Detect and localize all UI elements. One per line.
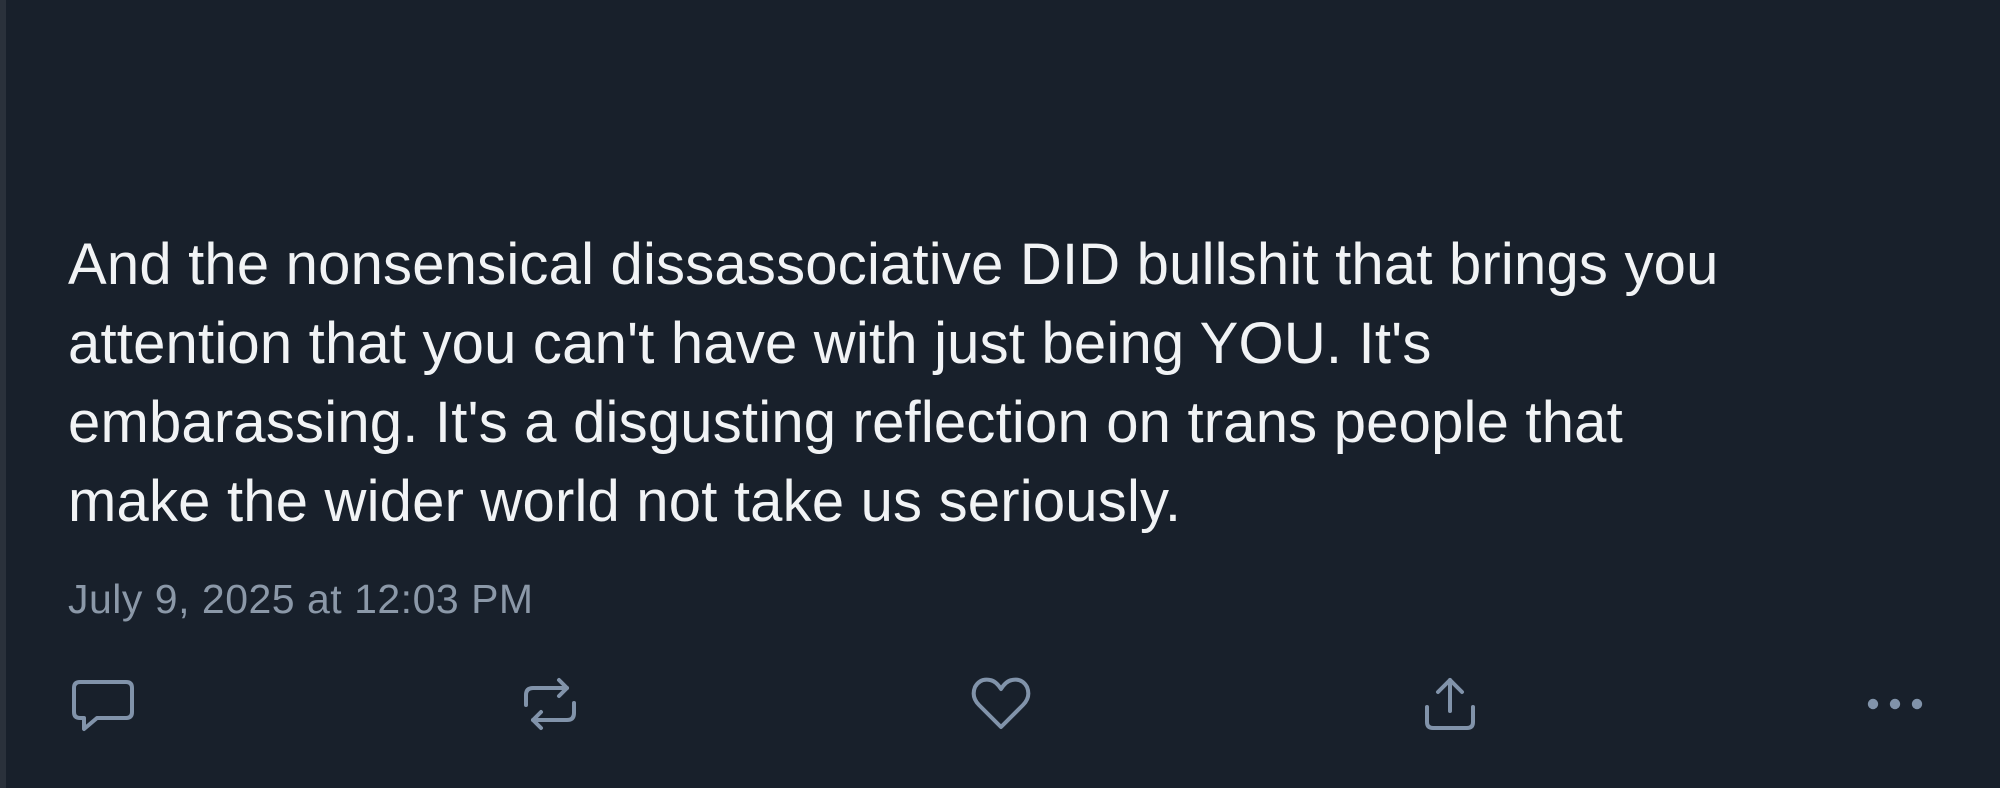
repost-button[interactable] <box>514 672 586 736</box>
post-text: And the nonsensical dissassociative DID … <box>68 232 1719 534</box>
reply-button[interactable] <box>67 672 139 736</box>
heart-icon <box>971 677 1031 729</box>
post-card: And the nonsensical dissassociative DID … <box>0 0 2000 788</box>
more-dots-icon <box>1867 698 1923 710</box>
more-options-button[interactable] <box>1859 672 1931 736</box>
speech-bubble-icon <box>72 680 134 731</box>
repost-arrows-icon <box>524 678 576 730</box>
share-button[interactable] <box>1414 672 1486 736</box>
like-button[interactable] <box>965 672 1037 736</box>
share-upload-icon <box>1425 678 1475 730</box>
post-timestamp: July 9, 2025 at 12:03 PM <box>68 576 534 622</box>
post-action-bar <box>6 672 2000 736</box>
